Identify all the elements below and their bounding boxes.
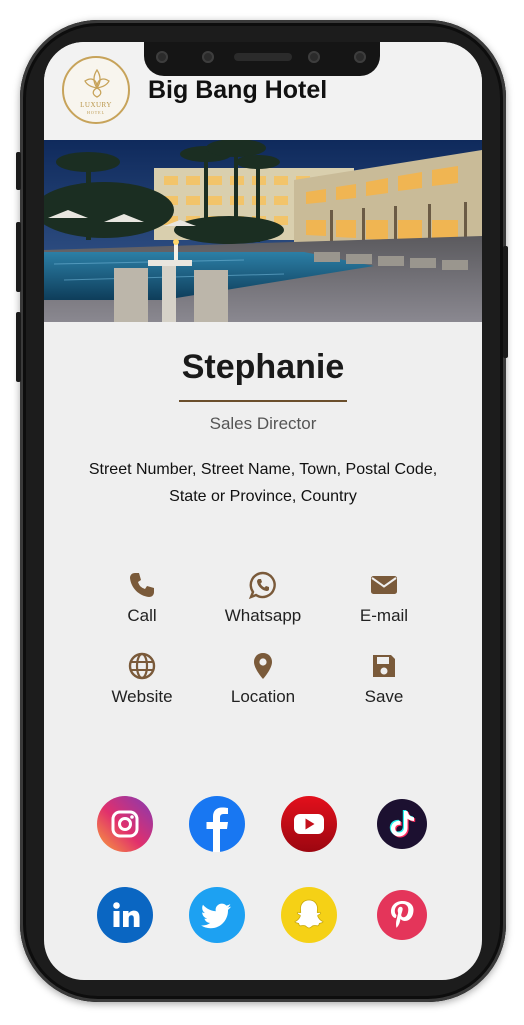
- whatsapp-icon: [248, 571, 276, 600]
- twitter-icon: [189, 887, 245, 943]
- envelope-icon: [371, 576, 397, 594]
- sensor-icon: [156, 51, 168, 63]
- tiktok-link[interactable]: [374, 796, 430, 852]
- save-button[interactable]: Save: [324, 651, 444, 721]
- tiktok-icon: [377, 799, 427, 849]
- hotel-banner-image: [44, 140, 482, 322]
- earpiece-speaker: [234, 53, 292, 61]
- linkedin-icon: [97, 887, 153, 943]
- save-label: Save: [364, 687, 404, 706]
- location-label: Location: [230, 687, 296, 706]
- front-camera-icon: [202, 51, 214, 63]
- call-button[interactable]: Call: [82, 570, 202, 640]
- logo-text: LUXURY: [80, 101, 112, 109]
- pinterest-icon: [377, 890, 427, 940]
- address-line-2: State or Province, Country: [169, 488, 357, 505]
- pinterest-link[interactable]: [374, 887, 430, 943]
- hotel-pool-illustration: [44, 140, 482, 322]
- phone-volume-up-button: [16, 222, 21, 292]
- logo-subtext: HOTEL: [86, 110, 106, 115]
- snapchat-link[interactable]: [281, 887, 337, 943]
- address: Street Number, Street Name, Town, Postal…: [64, 456, 462, 510]
- call-label: Call: [127, 606, 157, 625]
- facebook-link[interactable]: [189, 796, 245, 852]
- whatsapp-button[interactable]: Whatsapp: [203, 570, 323, 640]
- phone-screen: LUXURY HOTEL Big Bang Hotel Stephanie Sa…: [44, 42, 482, 980]
- location-button[interactable]: Location: [203, 651, 323, 721]
- website-button[interactable]: Website: [82, 651, 202, 721]
- phone-volume-down-button: [16, 312, 21, 382]
- instagram-link[interactable]: [97, 796, 153, 852]
- hotel-logo: LUXURY HOTEL: [62, 56, 130, 124]
- phone-icon: [130, 573, 154, 597]
- globe-icon: [128, 652, 156, 680]
- website-label: Website: [111, 687, 173, 706]
- phone-notch: [144, 42, 380, 76]
- phone-mute-switch: [16, 152, 21, 190]
- whatsapp-label: Whatsapp: [224, 606, 302, 625]
- linkedin-link[interactable]: [97, 887, 153, 943]
- sensor-icon: [354, 51, 366, 63]
- sensor-icon: [308, 51, 320, 63]
- name-divider: [179, 400, 347, 402]
- person-name: Stephanie: [181, 348, 345, 386]
- instagram-icon: [97, 796, 153, 852]
- snapchat-icon: [281, 887, 337, 943]
- address-line-1: Street Number, Street Name, Town, Postal…: [88, 461, 438, 478]
- job-title: Sales Director: [209, 414, 317, 433]
- facebook-icon: [189, 796, 245, 852]
- twitter-link[interactable]: [189, 887, 245, 943]
- phone-power-button: [503, 246, 508, 358]
- map-pin-icon: [254, 653, 272, 679]
- hotel-name: Big Bang Hotel: [148, 76, 328, 104]
- email-label: E-mail: [359, 606, 409, 625]
- youtube-icon: [281, 796, 337, 852]
- lotus-icon: [84, 68, 110, 98]
- email-button[interactable]: E-mail: [324, 570, 444, 640]
- youtube-link[interactable]: [281, 796, 337, 852]
- floppy-disk-icon: [373, 655, 395, 677]
